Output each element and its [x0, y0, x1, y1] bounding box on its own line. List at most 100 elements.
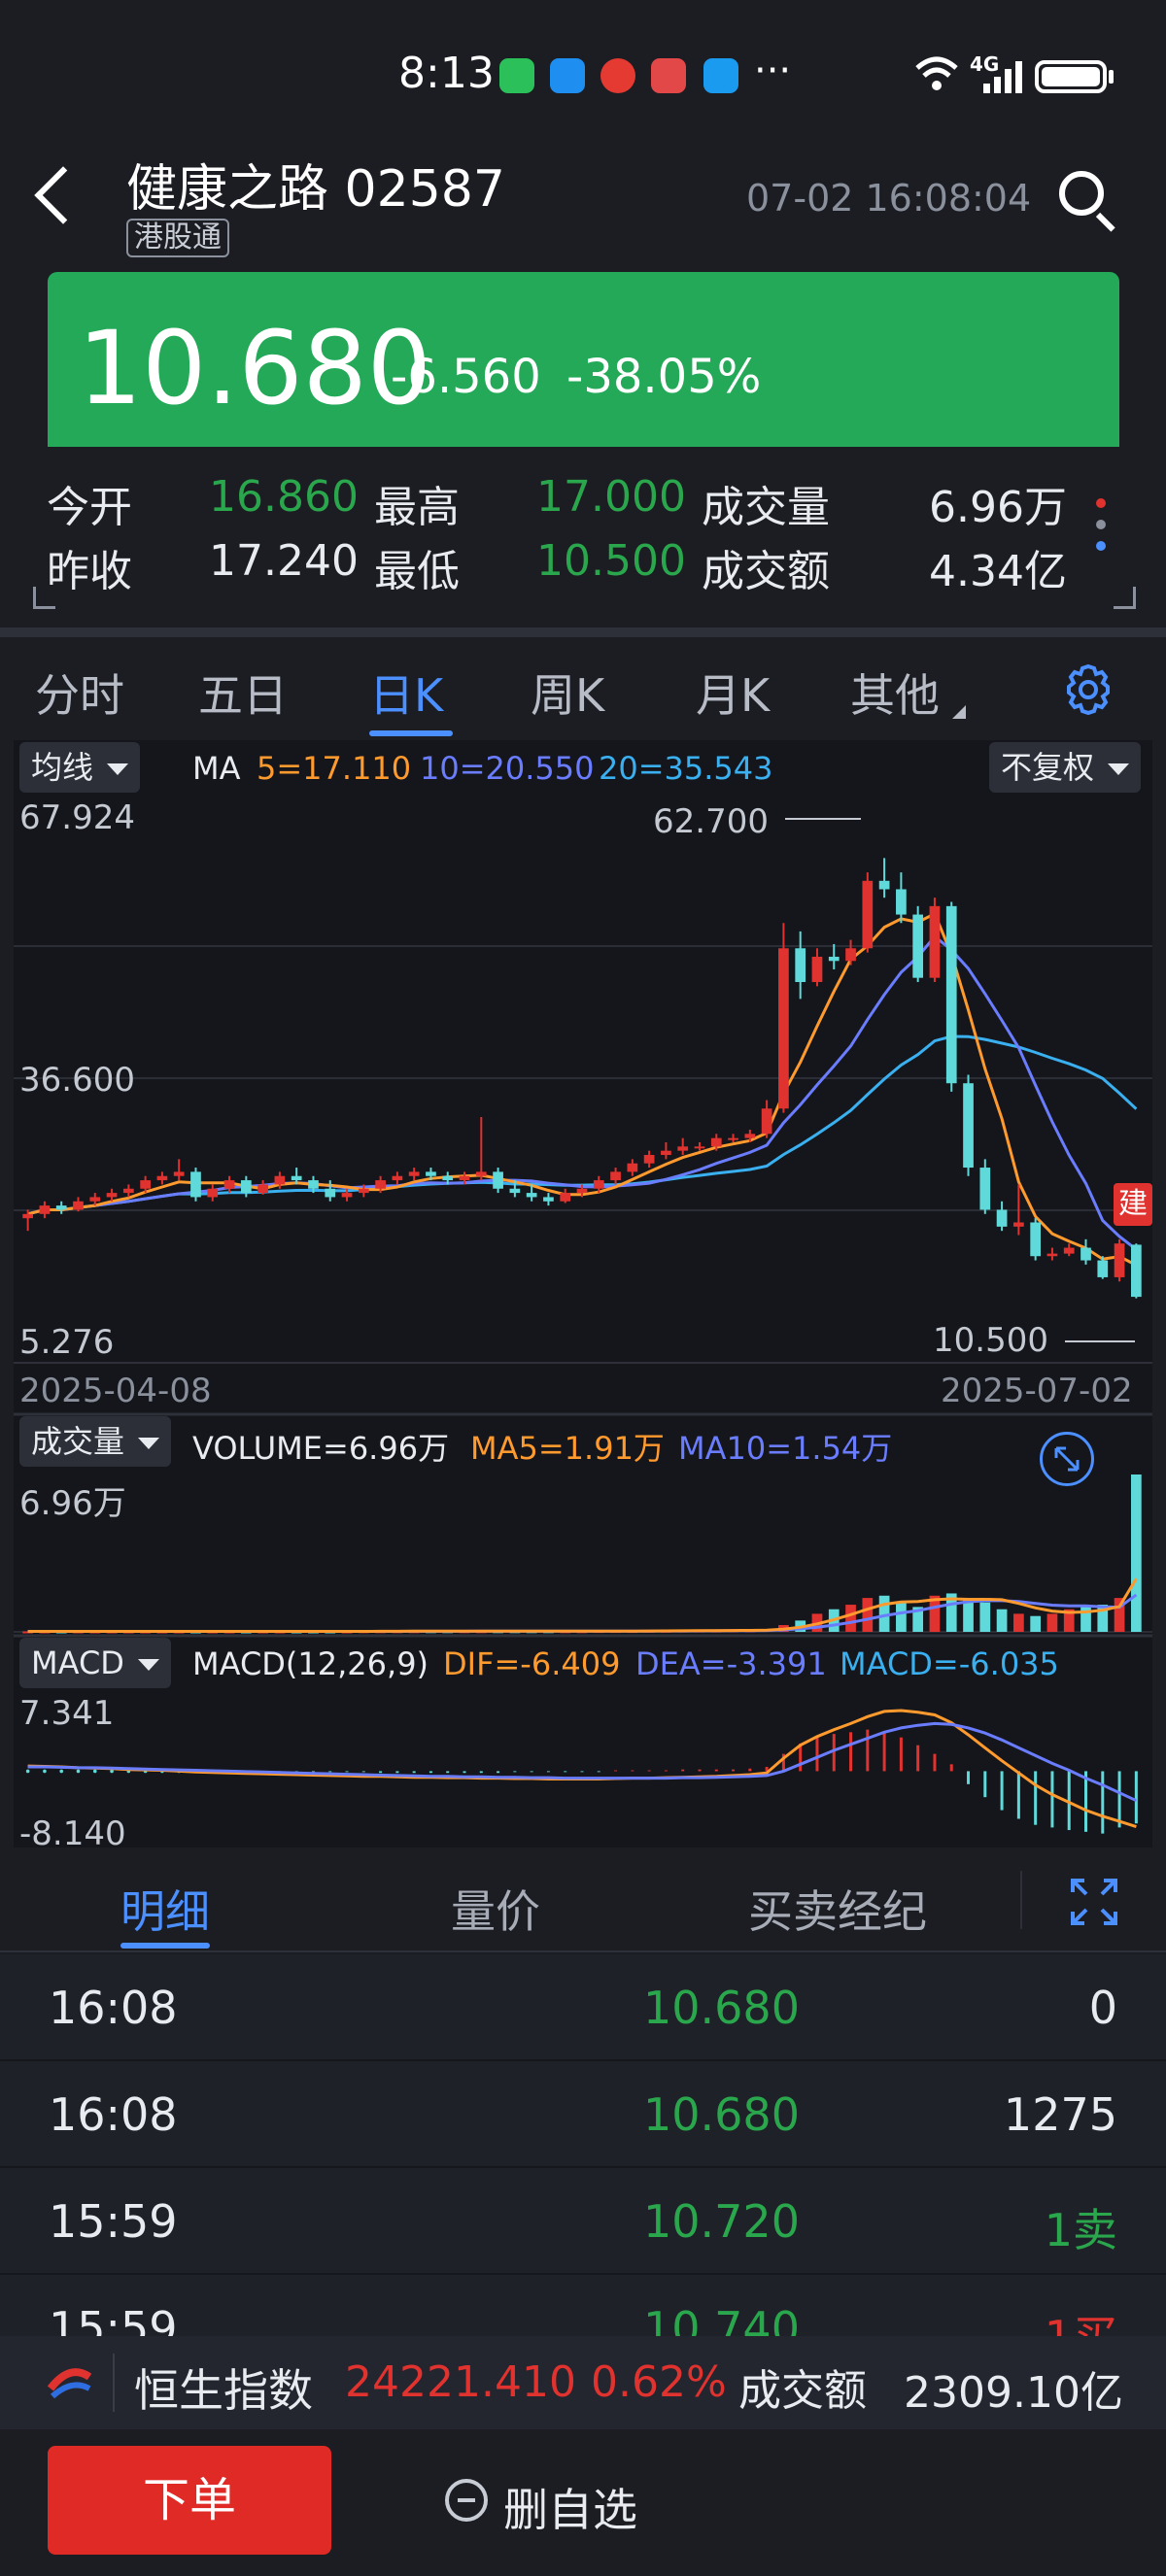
- volume-bar: [862, 1598, 874, 1632]
- trade-volume: 0: [1088, 1982, 1117, 2034]
- y-axis-bottom-label: 5.276: [19, 1323, 115, 1362]
- index-change-pct: 0.62%: [591, 2357, 727, 2407]
- candle-body: [1013, 1222, 1024, 1227]
- candle-body: [526, 1193, 537, 1198]
- trade-row: 16:08 10.680 0: [0, 1954, 1166, 2062]
- candle-body: [1131, 1244, 1142, 1298]
- signal-badge[interactable]: 建: [1114, 1183, 1152, 1226]
- candle-body: [509, 1188, 521, 1194]
- chevron-down-icon: [137, 1659, 159, 1671]
- order-button[interactable]: 下单: [48, 2446, 331, 2555]
- index-divider: [113, 2354, 115, 2412]
- candle-body: [1097, 1260, 1109, 1277]
- candle-body: [493, 1171, 503, 1189]
- trade-time: 16:08: [49, 2088, 178, 2141]
- candle-body: [677, 1146, 689, 1151]
- low-marker-line: [1065, 1340, 1135, 1342]
- trade-time: 16:08: [49, 1982, 178, 2034]
- candle-body: [308, 1180, 319, 1189]
- candle-body: [442, 1175, 454, 1181]
- volume-bar: [979, 1602, 991, 1632]
- trade-price: 10.720: [643, 2195, 800, 2248]
- volume-dropdown[interactable]: 成交量: [19, 1416, 172, 1467]
- tab-detail[interactable]: 明细: [120, 1877, 210, 1941]
- macd-dif: DIF=-6.409: [443, 1645, 621, 1682]
- volume-ma5: MA5=1.91万: [470, 1430, 665, 1467]
- candle-body: [761, 1108, 772, 1135]
- candle-body: [1080, 1247, 1091, 1261]
- detail-divider: [0, 1950, 1166, 1952]
- candle-body: [325, 1188, 336, 1198]
- volume-y-top: 6.96万: [19, 1484, 126, 1523]
- volume-dropdown-label: 成交量: [31, 1423, 125, 1460]
- macd-dot: [76, 1769, 81, 1774]
- candle-body: [392, 1175, 403, 1181]
- volume-bar: [1013, 1613, 1024, 1632]
- candle-body: [190, 1171, 201, 1198]
- tab-broker[interactable]: 买卖经纪: [748, 1877, 927, 1941]
- y-axis-top-label: 67.924: [19, 798, 135, 837]
- trade-time: 15:59: [49, 2195, 178, 2248]
- macd-dot: [59, 1769, 64, 1774]
- candle-body: [140, 1180, 151, 1189]
- candle-body: [878, 880, 890, 890]
- candle-body: [979, 1168, 991, 1210]
- candle-body: [207, 1188, 219, 1198]
- macd-dot: [92, 1769, 97, 1774]
- macd-y-top: 7.341: [19, 1694, 115, 1733]
- candle-body: [1046, 1253, 1058, 1257]
- macd-value: MACD=-6.035: [840, 1645, 1059, 1682]
- candle-body: [173, 1171, 185, 1176]
- candle-body: [291, 1175, 302, 1181]
- macd-y-bottom: -8.140: [19, 1814, 126, 1853]
- candle-body: [661, 1150, 671, 1156]
- candle-body: [22, 1213, 33, 1219]
- high-marker-line: [785, 818, 861, 820]
- macd-dot: [43, 1769, 47, 1774]
- trade-volume: 1275: [1003, 2088, 1117, 2141]
- candle-body: [341, 1193, 353, 1198]
- macd-params: MACD(12,26,9): [192, 1645, 429, 1682]
- candle-body: [576, 1188, 588, 1194]
- candle-body: [240, 1180, 252, 1194]
- trade-volume: 1卖: [1044, 2204, 1117, 2256]
- candle-body: [55, 1205, 67, 1210]
- macd-dot: [25, 1769, 30, 1774]
- expand-chart-icon[interactable]: [1040, 1432, 1094, 1486]
- candle-body: [929, 905, 941, 978]
- candle-body: [375, 1180, 386, 1189]
- candle-body: [896, 889, 907, 915]
- candle-body: [744, 1134, 756, 1138]
- fullscreen-icon[interactable]: [1069, 1877, 1119, 1931]
- remove-watchlist-button[interactable]: 删自选: [503, 2475, 637, 2539]
- hang-seng-logo-icon: [45, 2359, 95, 2410]
- macd-dea: DEA=-3.391: [635, 1645, 827, 1682]
- date-end-label: 2025-07-02: [941, 1372, 1133, 1410]
- index-turnover-label: 成交额: [738, 2366, 867, 2416]
- candle-body: [223, 1180, 235, 1189]
- candle-body: [426, 1171, 436, 1176]
- candle-body: [543, 1197, 554, 1202]
- remove-watchlist-icon[interactable]: [445, 2479, 488, 2522]
- trade-row: 15:59 10.720 1卖: [0, 2168, 1166, 2276]
- low-marker-label: 10.500: [933, 1321, 1048, 1360]
- candle-body: [778, 948, 789, 1109]
- candle-body: [122, 1188, 134, 1194]
- candle-body: [862, 880, 874, 949]
- volume-bar: [1046, 1613, 1058, 1632]
- candle-body: [593, 1180, 604, 1189]
- candle-body: [475, 1171, 487, 1176]
- candle-body: [643, 1155, 655, 1164]
- candle-body: [408, 1171, 420, 1176]
- tab-volume-price[interactable]: 量价: [451, 1877, 540, 1941]
- candle-body: [73, 1201, 84, 1210]
- index-bar[interactable]: 恒生指数 24221.410 0.62% 成交额 2309.10亿: [0, 2336, 1166, 2429]
- volume-bar: [996, 1609, 1008, 1632]
- candle-body: [459, 1175, 470, 1181]
- candle-body: [728, 1137, 738, 1140]
- kline-chart[interactable]: [0, 0, 1166, 1846]
- trade-price: 10.680: [643, 1982, 800, 2034]
- macd-dropdown[interactable]: MACD: [19, 1638, 171, 1688]
- tab-divider: [1020, 1871, 1022, 1929]
- macd-dropdown-label: MACD: [31, 1644, 124, 1681]
